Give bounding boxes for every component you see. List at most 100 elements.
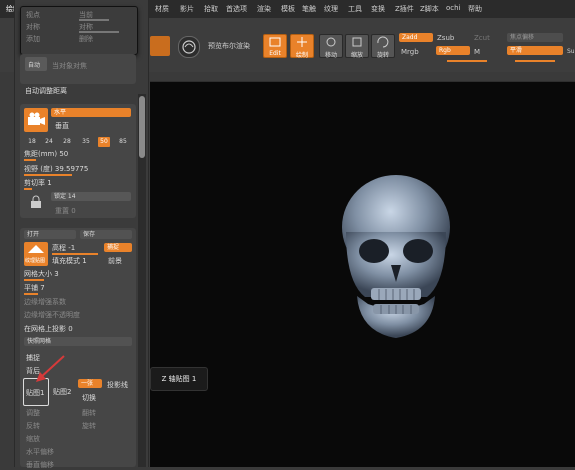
zadd-button[interactable]: Zadd (399, 33, 433, 42)
focal-length-slider[interactable]: 焦距(mm) 50 (24, 149, 68, 159)
edit-icon (269, 37, 281, 47)
smooth-slider[interactable]: 平滑 (507, 46, 563, 55)
menu-item-15[interactable]: 工具 (348, 4, 362, 14)
zcut-button[interactable]: Zcut (474, 34, 490, 42)
menu-item-18[interactable]: Z脚本 (420, 4, 439, 14)
horizontal-toggle[interactable]: 水平 (51, 108, 131, 117)
v-offset-slider[interactable]: 垂直偏移 (26, 460, 54, 470)
auto-button[interactable]: 自动 (25, 57, 47, 71)
canvas-viewport[interactable] (150, 82, 575, 467)
tiles-bar (24, 293, 38, 295)
flip-button[interactable]: 翻转 (82, 408, 96, 418)
save-button[interactable]: 保存 (80, 230, 132, 239)
draw-button[interactable]: 绘制 (290, 34, 314, 59)
rotate-button[interactable]: 旋转 (82, 421, 96, 431)
front-button[interactable]: 前景 (108, 256, 122, 266)
fov-preset-24[interactable]: 24 (43, 137, 55, 147)
menu-item-9[interactable]: 拾取 (204, 4, 218, 14)
panel-scroll-thumb[interactable] (139, 96, 145, 158)
toggle-button[interactable]: 切换 (82, 393, 96, 403)
smooth-bar[interactable] (515, 60, 555, 62)
shadow-slider[interactable]: 在网格上投影 0 (24, 324, 73, 334)
view-popup: 视点 当前 对称 对称 添加 删除 (20, 6, 138, 55)
menu-item-7[interactable]: 材质 (155, 4, 169, 14)
rgb-intensity-bar[interactable] (447, 60, 487, 62)
skull-model[interactable] (150, 82, 575, 467)
move-button[interactable]: 移动 (319, 34, 343, 59)
fov-preset-18[interactable]: 18 (26, 137, 38, 147)
menu-item-10[interactable]: 首选项 (226, 4, 247, 14)
grid-opacity-slider[interactable]: 边缘增强系数 (24, 297, 66, 307)
invert-button[interactable]: 反转 (26, 421, 40, 431)
popup-row3-b[interactable]: 删除 (79, 34, 93, 44)
map2-button[interactable]: 贴图2 (53, 387, 71, 397)
proj-line-button[interactable]: 投影线 (107, 380, 128, 390)
grid-section: 打开 保存 纹理贴图 高程 -1 捕捉 填充模式 1 前景 网格大小 3 平铺 … (20, 228, 136, 470)
menu-item-14[interactable]: 纹理 (324, 4, 338, 14)
fov-preset-85[interactable]: 85 (117, 137, 129, 147)
auto-adjust-distance[interactable]: 自动调整距离 (25, 86, 67, 96)
focal-shift-slider[interactable]: 焦点偏移 (507, 33, 563, 42)
clip-slider[interactable]: 剪切率 1 (24, 178, 52, 188)
scale-slider[interactable]: 缩放 (26, 434, 40, 444)
menu-item-8[interactable]: 影片 (180, 4, 194, 14)
angle-bar (24, 174, 72, 176)
lock-icon[interactable] (28, 194, 44, 210)
camera-icon[interactable] (24, 108, 48, 132)
reset-slider[interactable]: 重置 0 (55, 206, 76, 216)
h-offset-slider[interactable]: 水平偏移 (26, 447, 54, 457)
tooltip: Z 轴贴图 1 (150, 367, 208, 391)
render-icon[interactable] (178, 36, 200, 58)
popup-row3-a[interactable]: 添加 (26, 34, 40, 44)
focus-object-label[interactable]: 当对象对焦 (52, 61, 87, 71)
grid-size-bar (24, 279, 44, 281)
fill-mode-slider[interactable]: 填充模式 1 (52, 256, 87, 266)
capture-button[interactable]: 捕捉 (104, 243, 132, 252)
swirl-icon (182, 40, 196, 54)
one-sheet-button[interactable]: 一张 (78, 379, 102, 388)
menu-item-11[interactable]: 渲染 (257, 4, 271, 14)
menu-item-12[interactable]: 模板 (281, 4, 295, 14)
mrgb-button[interactable]: Mrgb (401, 48, 419, 56)
adjust-button[interactable]: 调整 (26, 408, 40, 418)
edit-button[interactable]: Edit (263, 34, 287, 58)
render-label: 预览布尔渲染 (208, 42, 250, 50)
edge-opacity-slider[interactable]: 边缘增强不透明度 (24, 310, 80, 320)
render-button[interactable] (150, 36, 170, 56)
grid-size-slider[interactable]: 网格大小 3 (24, 269, 59, 279)
scale-icon (352, 37, 362, 47)
focal-length-bar (24, 159, 36, 161)
menu-item-17[interactable]: Z插件 (395, 4, 414, 14)
rgb-button[interactable]: Rgb (436, 46, 470, 55)
angle-slider[interactable]: 视野 (度) 39.59775 (24, 164, 88, 174)
menu-item-16[interactable]: 变换 (371, 4, 385, 14)
vertical-toggle[interactable]: 垂直 (55, 121, 69, 131)
scale-button[interactable]: 缩放 (345, 34, 369, 59)
popup-row1-bar (79, 19, 109, 21)
annotation-arrow (36, 355, 65, 382)
quick-grid-button[interactable]: 快照网格 (24, 337, 132, 346)
zsub-button[interactable]: Zsub (437, 34, 454, 42)
elevation-slider[interactable]: 高程 -1 (52, 243, 75, 253)
menu-item-20[interactable]: 帮助 (468, 4, 482, 14)
open-button[interactable]: 打开 (24, 230, 76, 239)
menu-item-13[interactable]: 笔触 (302, 4, 316, 14)
menu-item-19[interactable]: ochi (446, 4, 461, 12)
rotate-button[interactable]: 旋转 (371, 34, 395, 59)
m-button[interactable]: M (474, 48, 480, 56)
lock-slider[interactable]: 锁定 14 (51, 192, 131, 201)
view-section: 自动 当对象对焦 (20, 54, 136, 84)
texture-button[interactable]: 纹理贴图 (24, 242, 48, 266)
su-label: Su (567, 48, 575, 55)
fov-preset-50[interactable]: 50 (98, 137, 110, 147)
popup-row1-a[interactable]: 视点 (26, 10, 40, 20)
canvas-header (150, 72, 575, 81)
tiles-slider[interactable]: 平铺 7 (24, 283, 45, 293)
popup-row2-a[interactable]: 对称 (26, 22, 40, 32)
fov-preset-35[interactable]: 35 (80, 137, 92, 147)
elevation-bar (52, 253, 98, 255)
padlock-icon (31, 195, 41, 208)
clip-bar (24, 188, 32, 190)
rotate-icon (377, 36, 389, 48)
fov-preset-28[interactable]: 28 (61, 137, 73, 147)
